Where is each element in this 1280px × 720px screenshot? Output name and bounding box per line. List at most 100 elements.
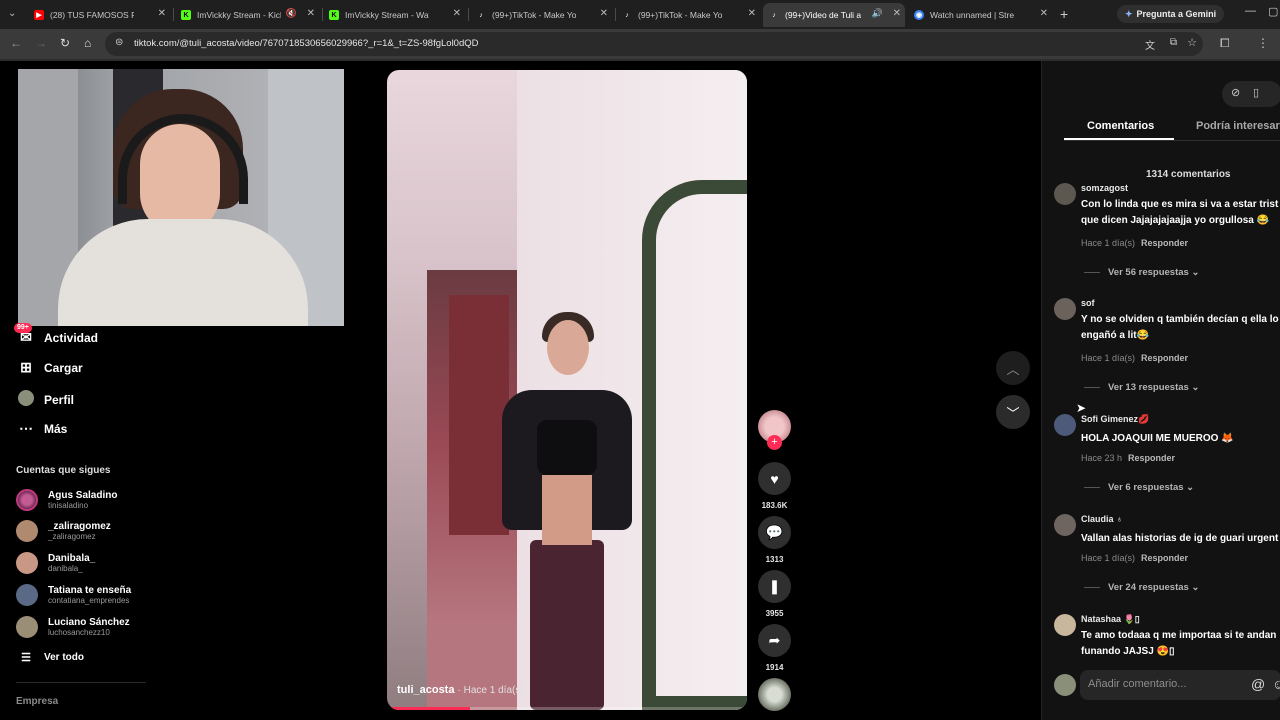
translate-icon[interactable]: 文 (1145, 37, 1155, 52)
tiktok-icon: ♪ (772, 11, 776, 19)
close-tab-icon[interactable]: ✕ (453, 8, 461, 19)
sidebar-item-mas[interactable]: ⋯ Más (16, 420, 67, 437)
following-account[interactable]: Danibala_ danibala_ (16, 552, 95, 574)
video-player[interactable]: tuli_acosta · Hace 1 día(s) (387, 70, 747, 710)
tab-search-dropdown-icon[interactable]: ⌄ (8, 8, 16, 19)
comment-count: 1313 (765, 555, 784, 564)
reload-icon[interactable]: ↻ (60, 36, 70, 50)
site-info-icon[interactable]: ⊜ (115, 37, 123, 48)
sidebar-item-cargar[interactable]: ⊞ Cargar (16, 359, 83, 376)
mention-icon[interactable]: @ (1251, 676, 1265, 692)
comment-username[interactable]: somzagost (1081, 183, 1128, 193)
address-bar[interactable]: ⊜ tiktok.com/@tuli_acosta/video/76707185… (105, 32, 1203, 56)
reply-link[interactable]: Responder (1141, 553, 1188, 563)
sidebar-item-perfil[interactable]: Perfil (16, 390, 74, 409)
following-account[interactable]: Tatiana te enseña contatiana_emprendes (16, 584, 131, 606)
comment-meta: Hace 1 día(s) Responder (1081, 353, 1189, 363)
see-all-link[interactable]: ☰ Ver todo (16, 651, 84, 664)
view-replies-link[interactable]: Ver 56 respuestas ⌄ (1084, 267, 1199, 278)
upload-icon: ⊞ (20, 359, 32, 375)
view-replies-link[interactable]: Ver 6 respuestas ⌄ (1084, 482, 1194, 493)
reply-link[interactable]: Responder (1128, 453, 1175, 463)
browser-tab[interactable]: ▶ (28) TUS FAMOSOS FAVOR ✕ (30, 3, 170, 27)
save-button[interactable]: ❚ 3955 (758, 570, 791, 618)
follow-plus-icon[interactable]: + (767, 435, 782, 450)
browser-tab[interactable]: ♪ (99+)TikTok - Make Your D ✕ (472, 3, 612, 27)
previous-video-button[interactable]: ︿ (996, 351, 1030, 385)
following-account[interactable]: Luciano Sánchez luchosanchezz10 (16, 616, 130, 638)
close-tab-icon[interactable]: ✕ (1040, 8, 1048, 19)
profile-menu-icon[interactable]: ⋮ (1257, 36, 1269, 50)
comment-username[interactable]: sof (1081, 298, 1095, 308)
following-account[interactable]: Agus Saladino tinisaladino (16, 489, 117, 511)
tab-title: (28) TUS FAMOSOS FAVOR (50, 10, 134, 20)
browser-tab[interactable]: K ImVickky Stream - Watch I ✕ (325, 3, 465, 27)
avatar (16, 616, 38, 638)
video-author[interactable]: tuli_acosta (397, 684, 454, 696)
pip-icon[interactable]: ⊘ (1231, 86, 1240, 99)
footer-link-empresa[interactable]: Empresa (16, 696, 58, 707)
comment-bubble-icon: 💬 (758, 516, 791, 549)
avatar (16, 489, 38, 511)
browser-tab-active[interactable]: ♪ (99+)Video de Tuli aco 🔊 ✕ (763, 3, 905, 27)
comment-text: Vallan alas historias de ig de guari urg… (1081, 533, 1279, 544)
comment-username[interactable]: Natashaa 🌷▯ (1081, 614, 1140, 625)
view-replies-link[interactable]: Ver 13 respuestas ⌄ (1084, 382, 1199, 393)
new-tab-icon[interactable]: + (1060, 6, 1068, 22)
comment-text: HOLA JOAQUII ME MUEROO 🦊 (1081, 433, 1234, 444)
audio-playing-icon[interactable]: 🔊 (872, 8, 883, 19)
reply-link[interactable]: Responder (1141, 353, 1188, 363)
emoji-icon[interactable]: ☺ (1272, 676, 1280, 692)
next-video-button[interactable]: ﹀ (996, 395, 1030, 429)
stream-icon: ◉ (914, 10, 924, 20)
share-button[interactable]: ➦ 1914 (758, 624, 791, 672)
extensions-icon[interactable]: ⧠ (1220, 36, 1230, 51)
avatar[interactable] (1054, 514, 1076, 536)
reply-link[interactable]: Responder (1141, 238, 1188, 248)
browser-tab-strip: ⌄ ▶ (28) TUS FAMOSOS FAVOR ✕ K ImVickky … (0, 0, 1280, 29)
browser-tab[interactable]: K ImVickky Stream - Kick 🔇 ✕ (177, 3, 319, 27)
sidebar-item-actividad[interactable]: ✉ 99+ Actividad (14, 323, 98, 346)
video-person (462, 310, 672, 710)
browser-tab[interactable]: ◉ Watch unnamed | Stream ✕ (910, 3, 1052, 27)
browser-tab[interactable]: ♪ (99+)TikTok - Make Your D ✕ (618, 3, 760, 27)
forward-arrow-icon[interactable]: → (35, 36, 47, 50)
tab-comentarios[interactable]: Comentarios (1087, 120, 1154, 132)
author-avatar-button[interactable]: + (758, 410, 791, 450)
home-icon[interactable]: ⌂ (84, 36, 91, 50)
install-app-icon[interactable]: ⧉ (1170, 37, 1177, 48)
tab-title: (99+)TikTok - Make Your D (638, 10, 722, 20)
like-button[interactable]: ♥ 183.6K (758, 462, 791, 510)
comment-username[interactable]: Sofi Gimenez💋 (1081, 414, 1149, 425)
gemini-icon: ✦ (1125, 8, 1133, 19)
avatar[interactable] (1054, 183, 1076, 205)
mute-tab-icon[interactable]: 🔇 (286, 8, 297, 19)
close-tab-icon[interactable]: ✕ (158, 8, 166, 19)
mobile-icon[interactable]: ▯ (1253, 86, 1259, 99)
back-arrow-icon[interactable]: ← (10, 36, 22, 50)
comment-button[interactable]: 💬 1313 (758, 516, 791, 564)
view-replies-link[interactable]: Ver 24 respuestas ⌄ (1084, 582, 1199, 593)
video-progress-fill (387, 707, 470, 710)
close-tab-icon[interactable]: ✕ (307, 8, 315, 19)
close-tab-icon[interactable]: ✕ (600, 8, 608, 19)
comment-input[interactable]: Añadir comentario... @ ☺ (1080, 670, 1280, 700)
video-progress-bar[interactable] (387, 707, 747, 710)
tab-title: (99+)Video de Tuli aco (785, 10, 861, 20)
maximize-window-icon[interactable]: ▢ (1268, 5, 1278, 18)
heart-icon: ♥ (758, 462, 791, 495)
tab-podria-interesarte[interactable]: Podría interesarte (1196, 120, 1280, 132)
following-account[interactable]: _zaliragomez _zaliragomez (16, 520, 111, 542)
bookmark-star-icon[interactable]: ☆ (1187, 36, 1197, 49)
close-tab-icon[interactable]: ✕ (893, 8, 901, 19)
avatar[interactable] (1054, 298, 1076, 320)
music-disc-button[interactable] (758, 678, 791, 711)
gemini-button[interactable]: ✦ Pregunta a Gemini (1117, 5, 1225, 23)
avatar (16, 520, 38, 542)
avatar[interactable] (1054, 614, 1076, 636)
close-tab-icon[interactable]: ✕ (748, 8, 756, 19)
youtube-icon: ▶ (34, 10, 44, 20)
avatar[interactable] (1054, 414, 1076, 436)
comment-username[interactable]: Claudia ♁ (1081, 514, 1123, 524)
minimize-window-icon[interactable]: — (1245, 5, 1256, 17)
